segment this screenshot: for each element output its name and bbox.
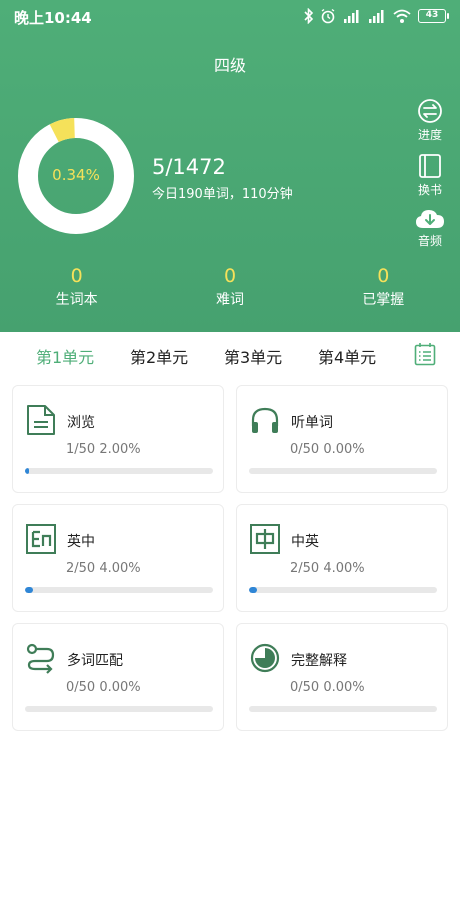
tab-unit-3[interactable]: 第3单元 [224, 344, 282, 368]
progress-button[interactable]: 进度 [414, 98, 446, 143]
card-title: 听单词 [291, 415, 333, 431]
change-book-label: 换书 [417, 183, 442, 197]
book-icon [419, 154, 441, 178]
headphones-icon [251, 407, 279, 433]
en-icon [26, 524, 56, 554]
stat-label: 已掌握 [362, 292, 405, 308]
zhong-icon [250, 524, 280, 554]
change-book-button[interactable]: 换书 [414, 153, 446, 198]
bluetooth-icon [304, 8, 314, 24]
card-stats: 2/50 4.00% [290, 561, 365, 576]
card-title: 英中 [67, 534, 95, 550]
stat-hard-words[interactable]: 0 难词 [153, 265, 306, 309]
signal-icon [369, 10, 384, 23]
header: 晚上10:44 43 四级 0.34% 5/1472 今日190单词，110分钟… [0, 0, 460, 332]
document-icon [27, 405, 55, 435]
progress-count: 5/1472 [152, 155, 226, 179]
status-bar: 晚上10:44 43 [0, 0, 460, 32]
stat-value: 0 [377, 265, 390, 287]
donut-progress-arc [49, 118, 76, 143]
match-icon [26, 643, 55, 674]
side-actions: 进度 换书 音频 [414, 98, 446, 259]
battery-indicator: 43 [418, 9, 449, 23]
signal-hd-icon [344, 10, 359, 23]
stat-label: 难词 [215, 292, 244, 308]
tab-unit-2[interactable]: 第2单元 [130, 344, 188, 368]
card-stats: 0/50 0.00% [290, 442, 365, 457]
card-match[interactable]: 多词匹配 0/50 0.00% [12, 623, 224, 731]
card-zh-en[interactable]: 中英 2/50 4.00% [236, 504, 448, 612]
status-icons: 43 [304, 6, 449, 26]
card-title: 中英 [291, 534, 319, 550]
card-progress-bar [249, 587, 437, 593]
daily-plan: 今日190单词，110分钟 [152, 187, 293, 202]
card-en-zh[interactable]: 英中 2/50 4.00% [12, 504, 224, 612]
card-title: 浏览 [67, 415, 95, 431]
audio-label: 音频 [417, 234, 442, 248]
tab-unit-4[interactable]: 第4单元 [318, 344, 376, 368]
stat-mastered[interactable]: 0 已掌握 [307, 265, 460, 309]
stats-row: 0 生词本 0 难词 0 已掌握 [0, 265, 460, 309]
card-progress-fill [25, 587, 33, 593]
unit-tabs: 第1单元 第2单元 第3单元 第4单元 [0, 332, 460, 376]
card-title: 完整解释 [291, 653, 347, 669]
status-time: 晚上10:44 [14, 9, 92, 27]
stat-value: 0 [70, 265, 83, 287]
cloud-download-icon [416, 210, 444, 228]
card-progress-bar [25, 468, 213, 474]
card-progress-bar [249, 706, 437, 712]
card-progress-fill [249, 587, 257, 593]
tab-unit-1[interactable]: 第1单元 [36, 344, 94, 368]
stat-label: 生词本 [55, 292, 98, 308]
book-title: 四级 [213, 56, 246, 75]
card-progress-bar [25, 706, 213, 712]
card-progress-bar [249, 468, 437, 474]
card-listen[interactable]: 听单词 0/50 0.00% [236, 385, 448, 493]
wifi-icon [393, 9, 411, 23]
card-browse[interactable]: 浏览 1/50 2.00% [12, 385, 224, 493]
progress-button-label: 进度 [417, 128, 442, 142]
progress-percent: 0.34% [52, 166, 100, 184]
alarm-icon [321, 8, 335, 24]
card-stats: 0/50 0.00% [66, 680, 141, 695]
card-stats: 2/50 4.00% [66, 561, 141, 576]
card-full-explanation[interactable]: 完整解释 0/50 0.00% [236, 623, 448, 731]
stat-new-words[interactable]: 0 生词本 [0, 265, 153, 309]
card-stats: 1/50 2.00% [66, 442, 141, 457]
audio-button[interactable]: 音频 [414, 208, 446, 249]
stat-value: 0 [223, 265, 237, 287]
card-stats: 0/50 0.00% [290, 680, 365, 695]
card-progress-fill [25, 468, 29, 474]
calendar-list-icon[interactable] [414, 342, 436, 366]
card-title: 多词匹配 [67, 653, 123, 669]
card-progress-bar [25, 587, 213, 593]
pie-icon [250, 643, 280, 673]
progress-icon [418, 99, 442, 123]
